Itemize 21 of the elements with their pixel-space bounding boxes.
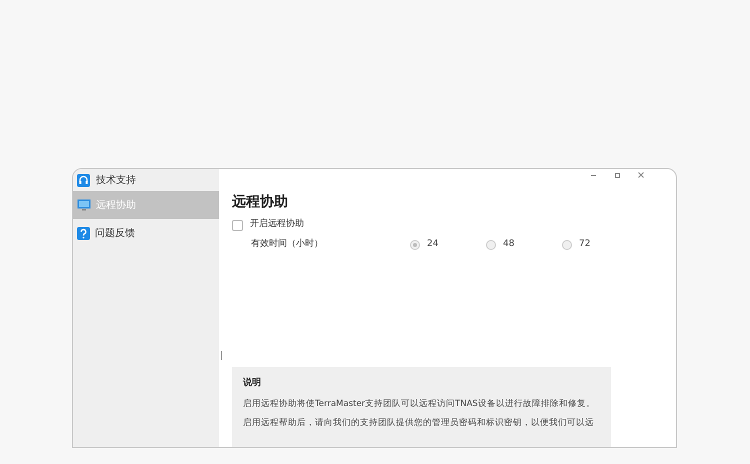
close-icon[interactable] (636, 170, 646, 180)
radio-button[interactable] (486, 240, 496, 250)
checkbox-label: 开启远程协助 (250, 218, 304, 232)
note-title: 说明 (243, 377, 262, 390)
window-title: 技术支持 (96, 174, 136, 188)
radio-label: 72 (579, 238, 590, 252)
page-title: 远程协助 (232, 193, 289, 212)
note-text: 启用远程帮助后，请向我们的支持团队提供您的管理员密码和标识密钥，以便我们可以远 (243, 417, 595, 430)
sidebar-item[interactable]: 问题反馈 (73, 219, 219, 247)
headset-icon (77, 174, 90, 186)
note-text: 启用远程协助将使TerraMaster支持团队可以远程访问TNAS设备以进行故障排除和修复。 (243, 398, 596, 410)
help-icon (77, 226, 90, 240)
radio-button[interactable] (562, 240, 572, 250)
checkbox[interactable] (232, 220, 243, 230)
resize-handle-icon[interactable] (221, 351, 222, 360)
maximize-button[interactable] (612, 170, 622, 180)
radio-label: 24 (427, 238, 438, 252)
monitor-icon (77, 199, 91, 211)
radio-label: 48 (503, 238, 514, 252)
radio-button[interactable] (410, 240, 420, 250)
duration-label: 有效时间（小时） (250, 238, 324, 252)
